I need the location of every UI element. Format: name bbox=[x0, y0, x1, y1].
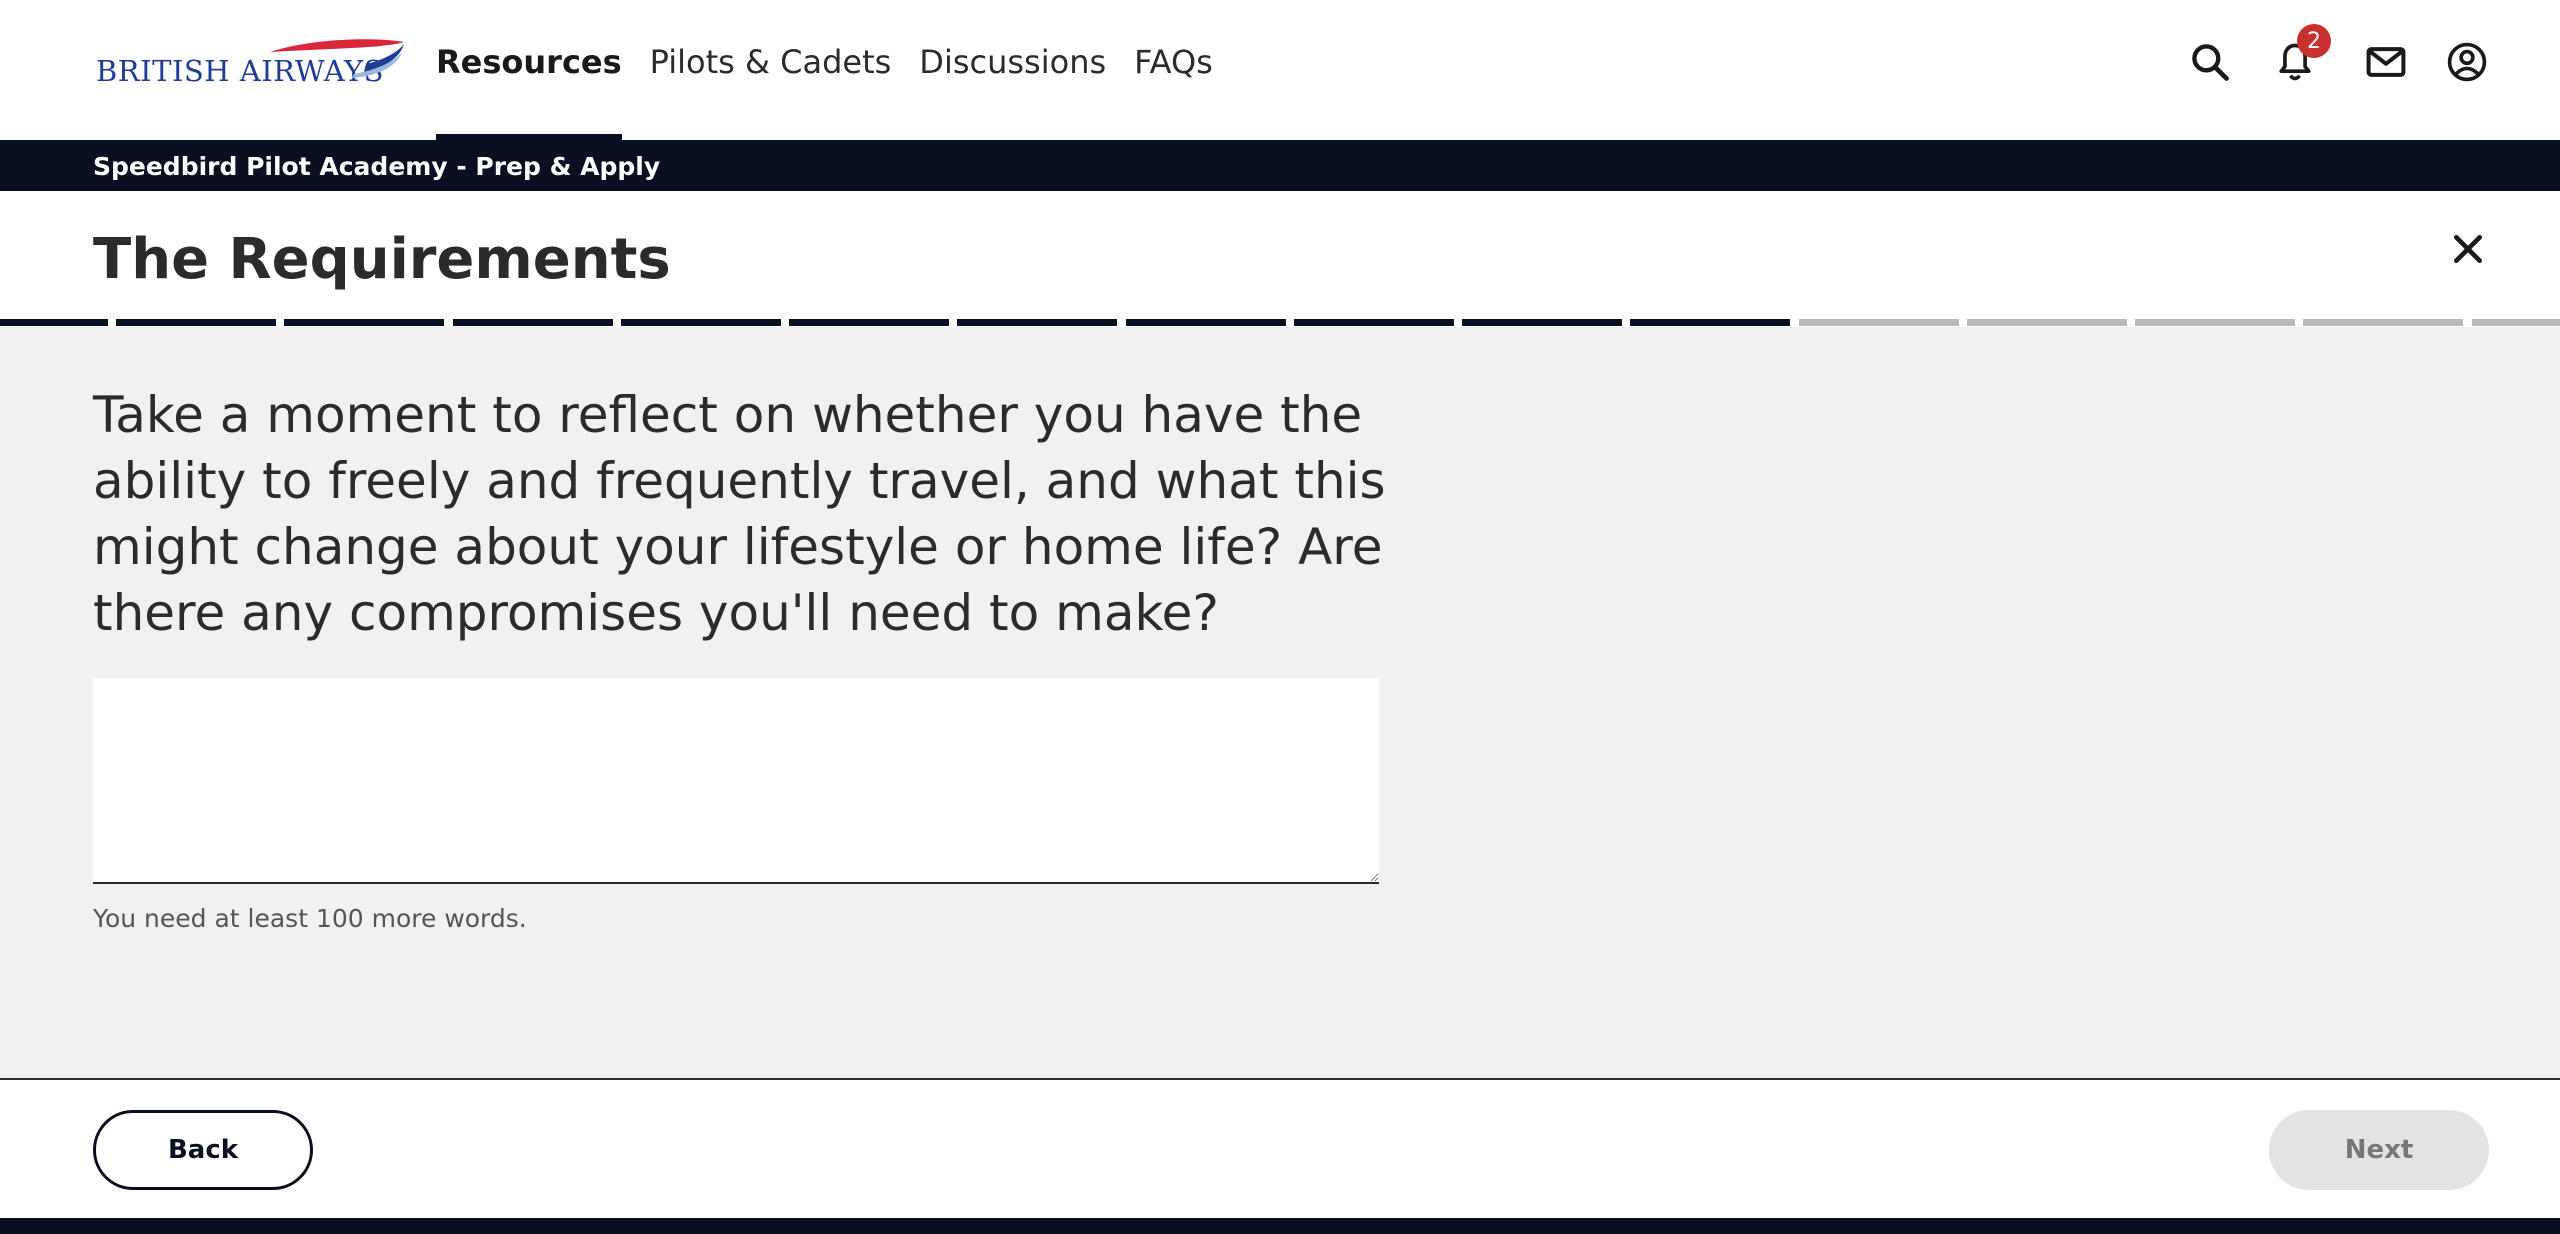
progress-step bbox=[957, 319, 1118, 326]
progress-step bbox=[1966, 319, 2127, 326]
search-icon[interactable] bbox=[2188, 40, 2232, 84]
progress-step bbox=[0, 319, 108, 326]
back-button-label: Back bbox=[167, 1135, 239, 1165]
answer-textarea[interactable] bbox=[93, 678, 1379, 884]
british-airways-logo[interactable]: BRITISH AIRWAYS bbox=[96, 34, 406, 90]
notification-count-badge: 2 bbox=[2297, 24, 2331, 58]
breadcrumb-label: Speedbird Pilot Academy - Prep & Apply bbox=[93, 152, 661, 181]
progress-step bbox=[1798, 319, 1959, 326]
bell-icon[interactable]: 2 bbox=[2273, 24, 2331, 84]
progress-step bbox=[1630, 319, 1791, 326]
mail-icon[interactable] bbox=[2364, 40, 2408, 84]
progress-step bbox=[2135, 319, 2295, 326]
title-bar: The Requirements bbox=[0, 191, 2560, 327]
main-nav: Resources Pilots & Cadets Discussions FA… bbox=[436, 0, 1241, 140]
progress-step bbox=[1125, 319, 1286, 326]
progress-step bbox=[284, 319, 445, 326]
progress-step bbox=[2303, 319, 2464, 326]
progress-step bbox=[789, 319, 949, 326]
step-progress-bar bbox=[0, 319, 2560, 326]
nav-resources[interactable]: Resources bbox=[436, 0, 622, 140]
nav-faqs-label: FAQs bbox=[1134, 43, 1213, 81]
top-header: BRITISH AIRWAYS Resources Pilots & Cadet… bbox=[0, 0, 2560, 140]
nav-pilots-cadets[interactable]: Pilots & Cadets bbox=[650, 0, 892, 140]
word-count-hint: You need at least 100 more words. bbox=[93, 904, 527, 933]
nav-discussions-label: Discussions bbox=[919, 43, 1107, 81]
breadcrumb: Speedbird Pilot Academy - Prep & Apply bbox=[0, 140, 2560, 191]
progress-step bbox=[1462, 319, 1622, 326]
nav-faqs[interactable]: FAQs bbox=[1134, 0, 1213, 140]
page-title: The Requirements bbox=[93, 227, 671, 292]
progress-step bbox=[2471, 319, 2560, 326]
nav-resources-label: Resources bbox=[436, 43, 622, 81]
user-circle-icon[interactable] bbox=[2445, 40, 2489, 84]
speedmarque-icon bbox=[270, 39, 404, 78]
footer-bar: Back Next bbox=[0, 1078, 2560, 1218]
question-text: Take a moment to reflect on whether you … bbox=[93, 386, 1386, 642]
next-button[interactable]: Next bbox=[2269, 1110, 2489, 1190]
close-icon[interactable] bbox=[2448, 229, 2488, 269]
nav-discussions[interactable]: Discussions bbox=[919, 0, 1106, 140]
progress-step bbox=[452, 319, 613, 326]
progress-step bbox=[116, 319, 276, 326]
next-button-label: Next bbox=[2344, 1135, 2414, 1165]
nav-pilots-cadets-label: Pilots & Cadets bbox=[649, 43, 892, 81]
progress-step bbox=[1293, 319, 1454, 326]
bottom-bar bbox=[0, 1218, 2560, 1234]
back-button[interactable]: Back bbox=[93, 1110, 313, 1190]
progress-step bbox=[620, 319, 781, 326]
